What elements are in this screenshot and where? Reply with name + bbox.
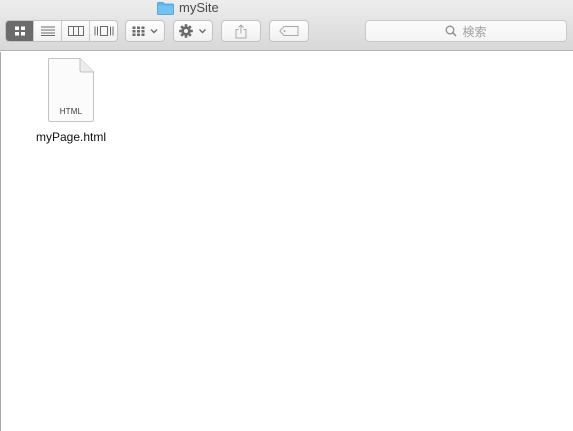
folder-icon <box>157 1 174 15</box>
file-browser-area[interactable]: HTML myPage.html <box>0 52 573 431</box>
magnifier-icon <box>446 25 458 37</box>
view-mode-segmented-control <box>5 20 118 42</box>
share-button[interactable] <box>221 20 261 42</box>
file-item[interactable]: HTML myPage.html <box>19 58 123 144</box>
grid-9-icon <box>132 26 158 36</box>
column-view-button[interactable] <box>61 21 89 41</box>
window-title: mySite <box>157 0 219 16</box>
tag-button[interactable] <box>269 20 309 42</box>
share-icon <box>235 23 247 38</box>
cover-flow-icon <box>94 26 113 36</box>
cover-flow-view-button[interactable] <box>89 21 117 41</box>
document-icon: HTML <box>47 58 95 122</box>
file-name: myPage.html <box>35 130 107 144</box>
toolbar: mySite 検索 <box>0 0 573 51</box>
icon-view-button[interactable] <box>6 21 33 41</box>
search-field[interactable]: 検索 <box>365 20 567 42</box>
window-title-label: mySite <box>179 0 219 15</box>
action-button[interactable] <box>173 20 213 42</box>
columns-icon <box>67 26 84 36</box>
gear-icon <box>179 24 206 38</box>
list-lines-icon <box>40 26 55 36</box>
arrange-button[interactable] <box>125 20 165 42</box>
grid-4-icon <box>14 26 25 36</box>
search-placeholder: 検索 <box>462 24 487 39</box>
finder-window: mySite 検索 HTML myPage.html <box>0 0 573 431</box>
tag-icon <box>279 26 299 36</box>
list-view-button[interactable] <box>33 21 61 41</box>
file-type-label: HTML <box>59 107 83 116</box>
